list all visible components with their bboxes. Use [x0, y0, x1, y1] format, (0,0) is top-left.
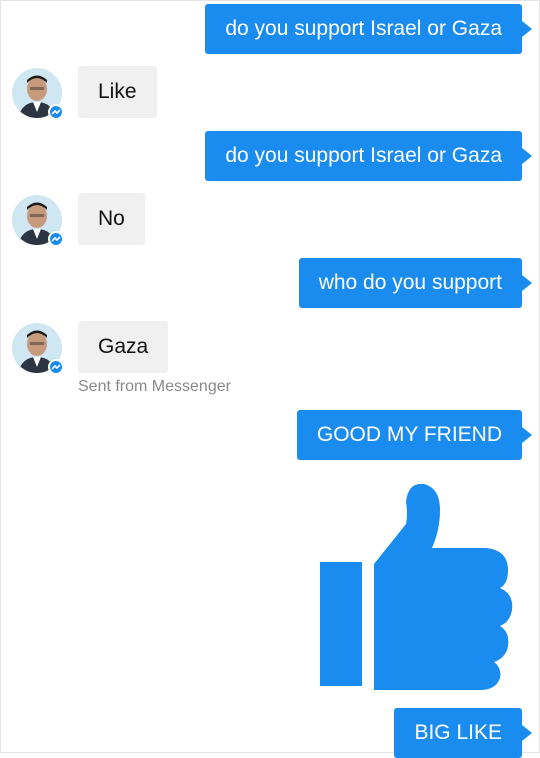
outgoing-message-bubble[interactable]: BIG LIKE [394, 708, 532, 758]
incoming-message-bubble[interactable]: No [78, 193, 145, 245]
contact-avatar[interactable] [12, 195, 64, 247]
outgoing-message-bubble[interactable]: do you support Israel or Gaza [205, 131, 532, 181]
incoming-message-bubble[interactable]: Gaza [78, 321, 169, 373]
outgoing-message-bubble[interactable]: who do you support [298, 258, 533, 308]
messenger-badge-icon [48, 104, 64, 120]
thumbs-up-icon[interactable] [316, 480, 516, 690]
messenger-badge-icon [48, 359, 64, 375]
incoming-message-bubble[interactable]: Like [78, 66, 157, 118]
outgoing-message-bubble[interactable]: GOOD MY FRIEND [296, 410, 533, 460]
messenger-badge-icon [48, 231, 64, 247]
sent-from-label: Sent from Messenger [78, 378, 231, 395]
outgoing-message-bubble[interactable]: do you support Israel or Gaza [205, 4, 532, 54]
contact-avatar[interactable] [12, 68, 64, 120]
contact-avatar[interactable] [12, 323, 64, 375]
